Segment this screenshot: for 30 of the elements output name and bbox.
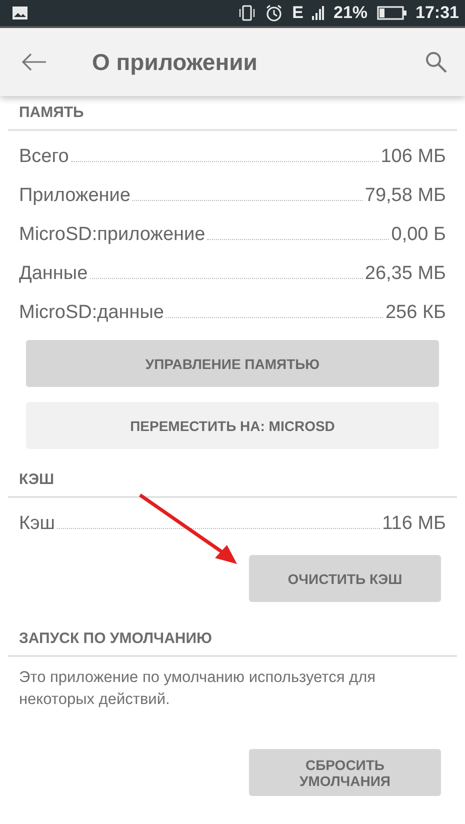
row-value: 26,35 МБ <box>364 262 446 286</box>
back-icon[interactable] <box>21 53 47 71</box>
row-label: Кэш <box>19 512 56 536</box>
row-value: 79,58 МБ <box>364 184 446 208</box>
description-text: Это приложение по умолчанию используется для некоторых действий. <box>19 668 377 710</box>
clock: 17:31 <box>416 3 459 23</box>
action-button[interactable]: СБРОСИТЬ УМОЛЧАНИЯ <box>249 749 441 796</box>
search-icon[interactable] <box>425 51 447 73</box>
section-header: ПАМЯТЬ <box>18 103 85 123</box>
screen-title: О приложении <box>92 48 258 76</box>
vibrate-icon <box>238 5 256 21</box>
row-label: MicroSD:данные <box>19 301 164 325</box>
row-label: Данные <box>19 262 88 286</box>
battery-icon <box>376 6 407 20</box>
signal-icon <box>312 6 324 20</box>
action-button[interactable]: УПРАВЛЕНИЕ ПАМЯТЬЮ <box>26 340 439 387</box>
row-label: Приложение <box>19 184 130 208</box>
image-icon <box>12 6 28 20</box>
battery-percent: 21% <box>333 3 368 23</box>
action-button[interactable]: ОЧИСТИТЬ КЭШ <box>249 555 441 602</box>
row-label: Всего <box>19 145 69 169</box>
row-label: MicroSD:приложение <box>19 223 206 247</box>
row-value: 0,00 Б <box>391 223 446 247</box>
section-header: КЭШ <box>18 470 56 490</box>
row-value: 116 МБ <box>382 512 446 536</box>
section-header: ЗАПУСК ПО УМОЛЧАНИЮ <box>18 629 214 649</box>
network-type: E <box>292 3 304 23</box>
row-value: 106 МБ <box>380 145 446 169</box>
row-value: 256 КБ <box>385 301 446 325</box>
alarm-icon <box>265 4 284 22</box>
